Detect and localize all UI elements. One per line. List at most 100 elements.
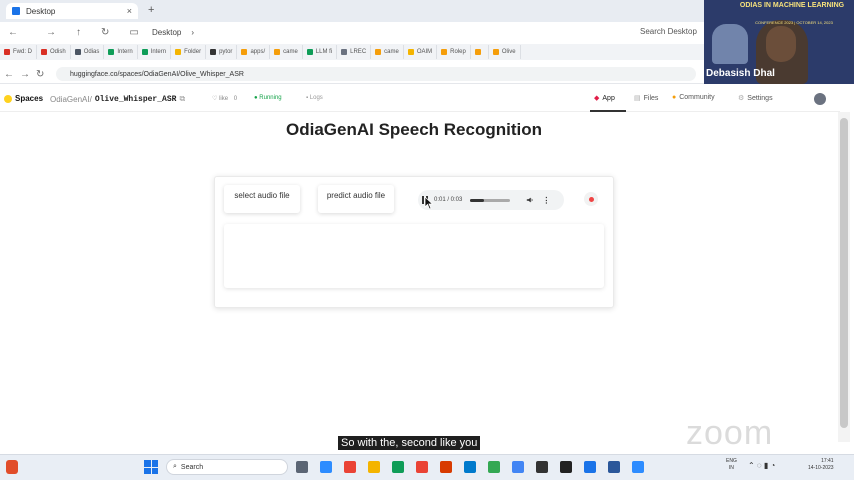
presenter-name: Debasish Dhal bbox=[706, 68, 775, 79]
transcription-output[interactable] bbox=[224, 224, 604, 288]
browser-tab[interactable]: Rolep bbox=[437, 45, 471, 59]
notepad-icon[interactable] bbox=[584, 461, 596, 473]
explorer-address-bar[interactable]: Desktop › bbox=[140, 25, 700, 39]
up-arrow-icon[interactable]: ↑ bbox=[76, 27, 81, 38]
browser-tab[interactable]: Odish bbox=[37, 45, 71, 59]
back-arrow-icon[interactable]: ← bbox=[8, 27, 18, 38]
task-view-icon[interactable] bbox=[296, 461, 308, 473]
logs-button[interactable]: ▪ Logs bbox=[306, 95, 323, 101]
lang-line1: ENG bbox=[726, 458, 737, 464]
scrollbar-thumb[interactable] bbox=[840, 118, 848, 428]
browser-tab[interactable]: LLM fi bbox=[303, 45, 338, 59]
browser-tab-label: Odias bbox=[83, 49, 100, 55]
more-options-icon[interactable]: ⋮ bbox=[542, 196, 550, 205]
monitor-icon: ▭ bbox=[129, 26, 139, 38]
gear-icon: ⚙ bbox=[738, 95, 745, 102]
browser-tab[interactable]: Olive bbox=[489, 45, 521, 59]
forward-arrow-icon[interactable]: → bbox=[46, 27, 56, 38]
spaces-link[interactable]: Spaces bbox=[4, 94, 43, 103]
chrome-icon-2[interactable] bbox=[416, 461, 428, 473]
browser-tab[interactable]: came bbox=[270, 45, 303, 59]
zoom-watermark: zoom bbox=[686, 414, 774, 452]
explorer-search-input[interactable]: Search Desktop bbox=[640, 27, 697, 36]
conference-subtitle: CONFERENCE 2023 | OCTOBER 14, 2023 bbox=[755, 20, 833, 25]
audio-seek-bar[interactable] bbox=[470, 198, 511, 202]
tab-desktop[interactable]: Desktop × bbox=[6, 3, 138, 19]
chrome-icon-3[interactable] bbox=[488, 461, 500, 473]
tab-settings[interactable]: ⚙ Settings bbox=[738, 94, 773, 103]
record-button[interactable] bbox=[584, 192, 598, 206]
app-icon: ◆ bbox=[594, 95, 600, 102]
media-icon[interactable] bbox=[392, 461, 404, 473]
browser-tab[interactable]: apps/ bbox=[237, 45, 271, 59]
browser-forward-icon[interactable]: → bbox=[20, 69, 30, 80]
browser-tab-label: came bbox=[384, 49, 399, 55]
browser-tab[interactable]: LREC bbox=[337, 45, 372, 59]
like-button[interactable]: ♡ like 0 bbox=[212, 95, 237, 102]
audio-time: 0:01 / 0:03 bbox=[434, 197, 463, 203]
clock-date: 14-10-2023 bbox=[808, 465, 834, 471]
browser-reload-icon[interactable]: ↻ bbox=[36, 69, 44, 80]
tab-app[interactable]: ◆ App bbox=[594, 94, 615, 103]
browser-tab-label: OAIM bbox=[416, 49, 433, 55]
browser-tab[interactable]: Folder bbox=[171, 45, 207, 59]
taskbar-search-label: Search bbox=[180, 463, 204, 471]
like-label: like bbox=[219, 96, 229, 102]
tray-icons[interactable]: ⌃ ◌ ▮ ◔ bbox=[748, 461, 775, 470]
chrome-icon[interactable] bbox=[344, 461, 356, 473]
tab-favicon-icon bbox=[241, 49, 248, 55]
refresh-icon[interactable]: ↻ bbox=[101, 27, 109, 38]
heart-icon: ♡ bbox=[212, 96, 218, 102]
copy-icon[interactable]: ⧉ bbox=[179, 94, 185, 104]
zoom-meeting-icon[interactable] bbox=[632, 461, 644, 473]
clock[interactable]: 17:41 14-10-2023 bbox=[808, 458, 834, 472]
avatar[interactable] bbox=[814, 93, 826, 105]
obs-icon[interactable] bbox=[560, 461, 572, 473]
browser-tab[interactable]: Fwd: D bbox=[0, 45, 38, 59]
chrome-icon-4[interactable] bbox=[512, 461, 524, 473]
browser-back-icon[interactable]: ← bbox=[4, 69, 14, 80]
new-tab-button[interactable]: + bbox=[148, 4, 154, 16]
zoom-app-icon[interactable] bbox=[320, 461, 332, 473]
office-icon[interactable] bbox=[440, 461, 452, 473]
browser-tab[interactable]: Odias bbox=[71, 45, 105, 59]
browser-tab[interactable]: pytor bbox=[206, 45, 238, 59]
chevron-right-icon: › bbox=[191, 27, 195, 37]
audio-player[interactable]: 0:01 / 0:03 ⋮ bbox=[418, 190, 564, 210]
record-dot-icon bbox=[588, 196, 594, 202]
browser-tab[interactable]: came bbox=[371, 45, 404, 59]
terminal-icon[interactable] bbox=[536, 461, 548, 473]
language-indicator[interactable]: ENG IN bbox=[726, 458, 737, 472]
close-tab-icon[interactable]: × bbox=[127, 6, 132, 16]
mouse-cursor-icon bbox=[424, 196, 434, 210]
vscode-icon[interactable] bbox=[464, 461, 476, 473]
widgets-icon[interactable] bbox=[6, 460, 18, 474]
url-bar[interactable]: huggingface.co/spaces/OdiaGenAI/Olive_Wh… bbox=[56, 67, 696, 81]
repo-org[interactable]: OdiaGenAI/ bbox=[50, 95, 92, 104]
volume-icon[interactable] bbox=[526, 196, 534, 204]
repo-name[interactable]: Olive_Whisper_ASR bbox=[95, 95, 177, 104]
tab-favicon-icon bbox=[375, 49, 382, 55]
browser-tab[interactable] bbox=[471, 45, 489, 59]
tab-favicon-icon bbox=[41, 49, 48, 55]
tab-community[interactable]: ● Community bbox=[672, 94, 715, 101]
select-audio-button[interactable]: select audio file bbox=[224, 185, 300, 213]
tab-files[interactable]: ▤ Files bbox=[634, 94, 658, 103]
tab-favicon-icon bbox=[407, 49, 414, 55]
robot-graphic bbox=[712, 24, 748, 64]
browser-tab[interactable]: Intern bbox=[138, 45, 172, 59]
files-icon: ▤ bbox=[634, 95, 641, 102]
start-button[interactable] bbox=[144, 460, 158, 474]
word-icon[interactable] bbox=[608, 461, 620, 473]
browser-tab-label: Intern bbox=[150, 49, 167, 55]
tab-favicon-icon bbox=[306, 49, 313, 55]
browser-tab-label: Odish bbox=[50, 49, 66, 55]
taskbar-search[interactable]: ⌕ Search bbox=[166, 459, 288, 475]
active-tab-indicator bbox=[590, 110, 626, 112]
predict-audio-button[interactable]: predict audio file bbox=[318, 185, 394, 213]
browser-tab[interactable]: Intern bbox=[104, 45, 138, 59]
file-explorer-icon[interactable] bbox=[368, 461, 380, 473]
browser-tab[interactable]: OAIM bbox=[404, 45, 438, 59]
spaces-label: Spaces bbox=[15, 94, 44, 103]
tab-favicon-icon bbox=[74, 49, 81, 55]
